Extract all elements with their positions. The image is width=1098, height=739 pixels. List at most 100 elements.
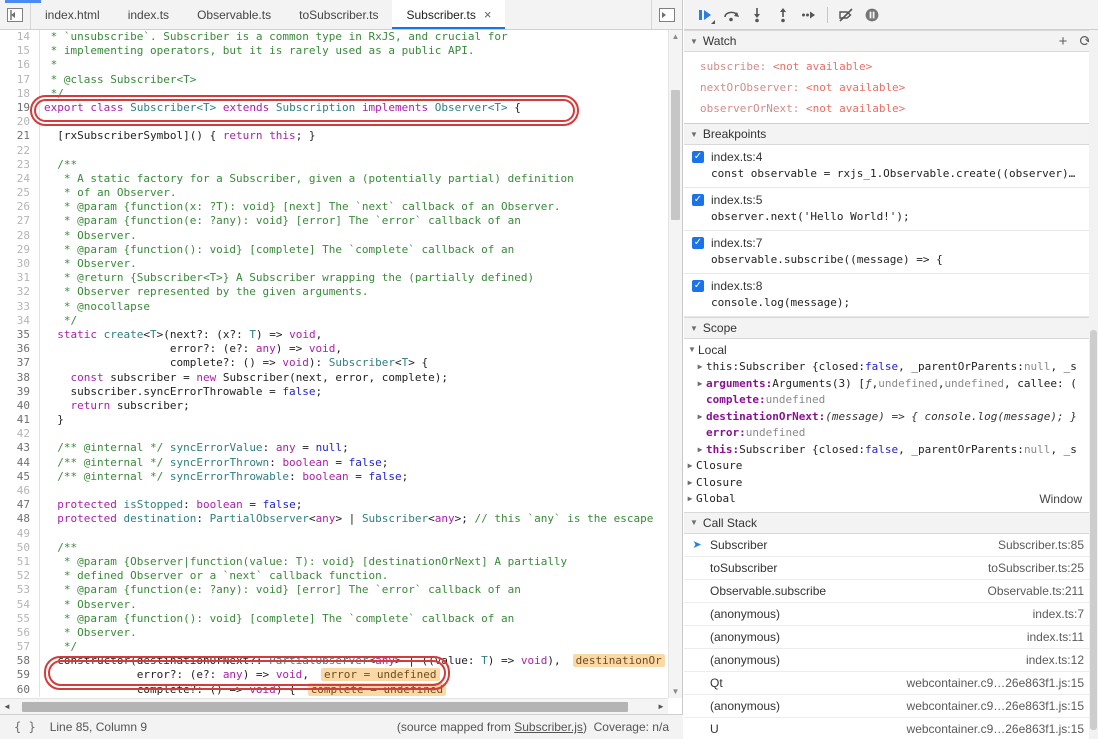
line-number[interactable]: 40 [0,399,40,413]
line-number[interactable]: 19 [0,101,40,115]
breakpoint-row[interactable]: ✓index.ts:8console.log(message); [684,274,1098,317]
line-number[interactable]: 36 [0,342,40,356]
scope-variable-row[interactable]: ▶arguments: Arguments(3) [ƒ, undefined, … [684,376,1098,393]
callstack-frame[interactable]: (anonymous)index.ts:7 [684,603,1098,626]
scope-closure-row[interactable]: ▶Closure [684,458,1098,475]
breakpoint-row[interactable]: ✓index.ts:7observable.subscribe((message… [684,231,1098,274]
breakpoint-checkbox[interactable]: ✓ [692,151,704,163]
expand-triangle-icon[interactable]: ▼ [686,341,698,359]
sidebar-scrollbar[interactable] [1089,30,1098,739]
scroll-left-arrow[interactable]: ◄ [0,700,14,714]
expand-triangle-icon[interactable]: ▶ [694,442,706,459]
line-number[interactable]: 52 [0,569,40,583]
horizontal-scroll-thumb[interactable] [22,702,628,712]
scope-variable-row[interactable]: error: undefined [684,425,1098,442]
expand-triangle-icon[interactable]: ▶ [684,458,696,475]
line-number[interactable]: 48 [0,512,40,526]
line-number[interactable]: 53 [0,583,40,597]
breakpoint-row[interactable]: ✓index.ts:4const observable = rxjs_1.Obs… [684,145,1098,188]
code-editor[interactable]: 14 * `unsubscribe`. Subscriber is a comm… [0,30,682,698]
line-number[interactable]: 57 [0,640,40,654]
callstack-section-header[interactable]: ▼ Call Stack [684,512,1098,534]
frame-source-location[interactable]: Observable.ts:211 [988,584,1085,598]
line-number[interactable]: 17 [0,73,40,87]
editor-horizontal-scrollbar[interactable]: ◄ ► [0,698,668,714]
frame-source-location[interactable]: webcontainer.c9…26e863f1.js:15 [907,722,1084,736]
tab-subscriber-ts[interactable]: Subscriber.ts× [392,0,505,29]
watch-expression-row[interactable]: nextOrObserver: <not available> [684,77,1098,98]
expand-triangle-icon[interactable] [694,392,706,409]
step-into-button[interactable] [744,3,770,27]
watch-expression-row[interactable]: observerOrNext: <not available> [684,98,1098,119]
frame-source-location[interactable]: index.ts:11 [1027,630,1084,644]
breakpoint-checkbox[interactable]: ✓ [692,237,704,249]
pause-on-exceptions-button[interactable] [859,3,885,27]
line-number[interactable]: 39 [0,385,40,399]
scope-variable-row[interactable]: complete: undefined [684,392,1098,409]
source-map-link[interactable]: Subscriber.js [514,720,583,734]
line-number[interactable]: 41 [0,413,40,427]
line-number[interactable]: 54 [0,598,40,612]
callstack-frame[interactable]: Qtwebcontainer.c9…26e863f1.js:15 [684,672,1098,695]
vertical-scroll-thumb[interactable] [671,90,680,220]
line-number[interactable]: 25 [0,186,40,200]
line-number[interactable]: 35 [0,328,40,342]
expand-triangle-icon[interactable]: ▶ [694,359,706,376]
line-number[interactable]: 30 [0,257,40,271]
line-number[interactable]: 14 [0,30,40,44]
scope-variable-row[interactable]: ▶destinationOrNext: (message) => { conso… [684,409,1098,426]
step-button[interactable] [796,3,822,27]
more-tabs-button[interactable] [651,0,682,29]
frame-source-location[interactable]: index.ts:12 [1026,653,1084,667]
scroll-up-arrow[interactable]: ▲ [669,30,682,43]
line-number[interactable]: 59 [0,668,40,682]
expand-triangle-icon[interactable]: ▶ [694,376,706,393]
line-number[interactable]: 49 [0,527,40,541]
frame-source-location[interactable]: webcontainer.c9…26e863f1.js:15 [907,676,1084,690]
line-number[interactable]: 28 [0,229,40,243]
scroll-down-arrow[interactable]: ▼ [669,685,682,698]
frame-source-location[interactable]: index.ts:7 [1033,607,1084,621]
scope-variable-row[interactable]: ▶this: Subscriber {closed: false, _paren… [684,359,1098,376]
callstack-frame[interactable]: (anonymous)index.ts:12 [684,649,1098,672]
watch-expression-row[interactable]: subscribe: <not available> [684,56,1098,77]
line-number[interactable]: 37 [0,356,40,370]
line-number[interactable]: 60 [0,683,40,697]
expand-triangle-icon[interactable]: ▶ [684,491,696,508]
callstack-frame[interactable]: Uwebcontainer.c9…26e863f1.js:15 [684,718,1098,739]
line-number[interactable]: 45 [0,470,40,484]
line-number[interactable]: 58 [0,654,40,668]
line-number[interactable]: 33 [0,300,40,314]
line-number[interactable]: 56 [0,626,40,640]
line-number[interactable]: 43 [0,441,40,455]
tab-observable-ts[interactable]: Observable.ts [183,0,285,29]
line-number[interactable]: 23 [0,158,40,172]
frame-source-location[interactable]: Subscriber.ts:85 [998,538,1084,552]
line-number[interactable]: 32 [0,285,40,299]
tab-index-ts[interactable]: index.ts [114,0,183,29]
line-number[interactable]: 50 [0,541,40,555]
line-number[interactable]: 38 [0,371,40,385]
resume-button[interactable] [692,3,718,27]
pretty-print-button[interactable]: { } [14,720,36,734]
line-number[interactable]: 44 [0,456,40,470]
callstack-frame[interactable]: (anonymous)webcontainer.c9…26e863f1.js:1… [684,695,1098,718]
breakpoint-checkbox[interactable]: ✓ [692,280,704,292]
line-number[interactable]: 51 [0,555,40,569]
scope-variable-row[interactable]: ▶this: Subscriber {closed: false, _paren… [684,442,1098,459]
watch-section-header[interactable]: ▼ Watch + ⟳ [684,30,1098,52]
callstack-frame[interactable]: Observable.subscribeObservable.ts:211 [684,580,1098,603]
frame-source-location[interactable]: webcontainer.c9…26e863f1.js:15 [907,699,1084,713]
deactivate-breakpoints-button[interactable] [833,3,859,27]
scope-global-row[interactable]: ▶GlobalWindow [684,491,1098,508]
sidebar-scroll-thumb[interactable] [1090,330,1097,730]
expand-triangle-icon[interactable]: ▶ [694,409,706,426]
callstack-frame[interactable]: ➤SubscriberSubscriber.ts:85 [684,534,1098,557]
line-number[interactable]: 16 [0,58,40,72]
breakpoints-section-header[interactable]: ▼ Breakpoints [684,123,1098,145]
breakpoint-row[interactable]: ✓index.ts:5observer.next('Hello World!')… [684,188,1098,231]
line-number[interactable]: 22 [0,144,40,158]
line-number[interactable]: 47 [0,498,40,512]
scope-closure-row[interactable]: ▶Closure [684,475,1098,492]
line-number[interactable]: 46 [0,484,40,498]
